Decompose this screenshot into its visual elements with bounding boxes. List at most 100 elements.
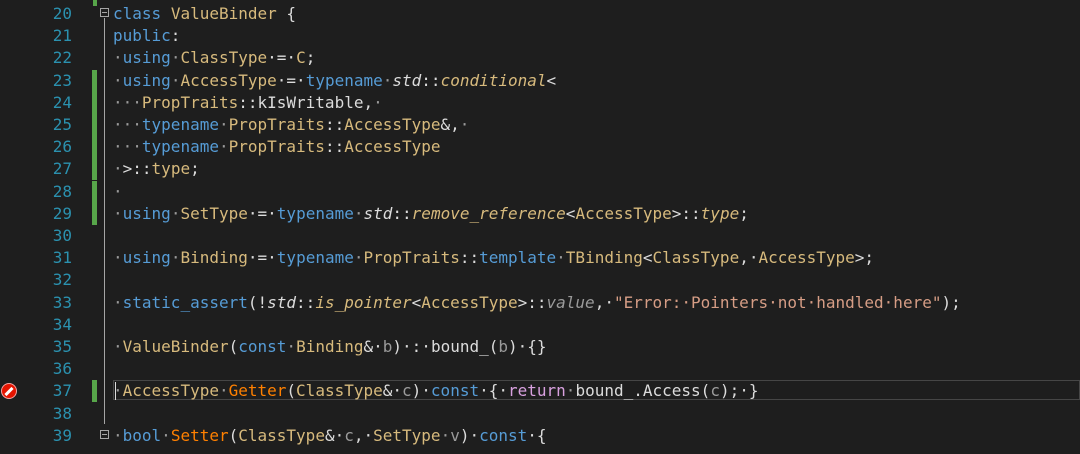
code-text[interactable]: ·	[113, 181, 123, 203]
collapse-icon[interactable]	[100, 8, 109, 17]
code-editor[interactable]: 20 class ValueBinder {21 public: 22 ·using·C…	[0, 0, 1080, 454]
code-text[interactable]: ·ValueBinder(const·Binding&·b)·:·bound_(…	[113, 336, 547, 358]
breakpoint-margin[interactable]	[0, 203, 22, 225]
code-token: <	[411, 292, 422, 312]
line-number: 36	[52, 359, 72, 379]
code-text[interactable]: ·AccessType·Getter(ClassType&·c)·const·{…	[113, 380, 758, 402]
breakpoint-margin[interactable]	[0, 380, 22, 402]
breakpoint-margin[interactable]	[0, 136, 22, 158]
code-text[interactable]: public:	[113, 25, 180, 47]
breakpoint-margin[interactable]	[0, 403, 22, 425]
code-token: ·=·	[247, 248, 277, 268]
code-token: ClassType	[652, 248, 740, 268]
code-token: typename	[276, 203, 354, 223]
code-line[interactable]: 26 ···typename·PropTraits::AccessType	[0, 136, 1080, 159]
code-line[interactable]: 20 class ValueBinder {	[0, 3, 1080, 25]
code-text[interactable]: class ValueBinder {	[113, 3, 296, 25]
code-token: SetType	[373, 425, 441, 445]
code-token: const	[430, 381, 480, 401]
breakpoint-margin[interactable]	[0, 358, 22, 380]
code-text[interactable]: ·using·SetType·=·typename·std::remove_re…	[113, 203, 749, 225]
change-indicator	[92, 69, 97, 92]
code-line[interactable]: 23 ·using·AccessType·=·typename·std::cond…	[0, 69, 1080, 92]
collapse-icon[interactable]	[100, 429, 109, 439]
breakpoint-margin[interactable]	[0, 92, 22, 114]
breakpoint-margin[interactable]	[0, 292, 22, 314]
code-text[interactable]: ·using·Binding·=·typename·PropTraits::te…	[113, 247, 874, 269]
code-token: ::	[392, 203, 412, 223]
breakpoint-margin[interactable]	[0, 425, 22, 447]
line-number: 29	[52, 203, 72, 223]
code-text[interactable]: ·>::type;	[113, 158, 200, 180]
code-line[interactable]: 32	[0, 269, 1080, 291]
code-token: <	[565, 203, 576, 223]
breakpoint-margin[interactable]	[0, 47, 22, 69]
code-token: remove_reference	[411, 203, 566, 223]
code-line[interactable]: 35 ·ValueBinder(const·Binding&·b)·:·bound…	[0, 336, 1080, 358]
line-number: 30	[52, 226, 72, 245]
breakpoint-margin[interactable]	[0, 225, 22, 247]
code-line[interactable]: 38	[0, 403, 1080, 425]
change-indicator	[92, 91, 97, 114]
code-token: ;	[305, 48, 316, 68]
breakpoint-margin[interactable]	[0, 269, 22, 291]
breakpoint-icon[interactable]	[1, 383, 17, 400]
code-line[interactable]: 25 ···typename·PropTraits::AccessType&,·	[0, 114, 1080, 136]
breakpoint-margin[interactable]	[0, 70, 22, 92]
code-token: class	[113, 4, 162, 23]
code-token: ·	[170, 203, 181, 223]
code-text[interactable]: ···PropTraits::kIsWritable,·	[113, 92, 383, 114]
code-token: &,	[440, 115, 460, 134]
code-line[interactable]: 36	[0, 358, 1080, 380]
breakpoint-margin[interactable]	[0, 3, 22, 25]
code-line[interactable]: 29 ·using·SetType·=·typename·std::remove_…	[0, 202, 1080, 225]
line-number: 38	[52, 403, 72, 423]
code-token: return	[508, 381, 566, 401]
code-line[interactable]: 37 ·AccessType·Getter(ClassType&·c)·const…	[0, 380, 1080, 403]
code-line[interactable]: 22 ·using·ClassType·=·C;	[0, 47, 1080, 69]
breakpoint-margin[interactable]	[0, 114, 22, 136]
code-token: >::	[517, 292, 547, 312]
code-token: ·	[286, 337, 297, 356]
code-token: <	[546, 70, 557, 90]
breakpoint-margin[interactable]	[0, 158, 22, 180]
code-text[interactable]: ···typename·PropTraits::AccessType	[113, 136, 441, 158]
code-text[interactable]: ·using·ClassType·=·C;	[113, 47, 315, 69]
code-token: std	[267, 292, 297, 312]
code-token: ·	[113, 70, 123, 90]
code-token: (	[286, 381, 297, 401]
code-line[interactable]: 24 ···PropTraits::kIsWritable,·	[0, 91, 1080, 114]
breakpoint-margin[interactable]	[0, 247, 22, 269]
breakpoint-margin[interactable]	[0, 181, 22, 203]
breakpoint-margin[interactable]	[0, 25, 22, 47]
code-line[interactable]: 21 public:	[0, 25, 1080, 47]
code-line[interactable]: 34	[0, 314, 1080, 336]
code-line[interactable]: 33 ·static_assert(!std::is_pointer<Access…	[0, 292, 1080, 314]
code-token: ·	[218, 115, 229, 134]
code-token: ::	[324, 137, 345, 157]
code-line[interactable]: 39 ·bool·Setter(ClassType&·c,·SetType·v)·…	[0, 425, 1080, 447]
code-token: &·	[363, 337, 383, 356]
code-token: const	[479, 425, 528, 445]
line-number: 34	[52, 314, 72, 334]
code-text[interactable]: ·bool·Setter(ClassType&·c,·SetType·v)·co…	[113, 425, 547, 447]
code-token: ·	[113, 425, 123, 445]
code-line[interactable]: 30	[0, 225, 1080, 247]
code-token: using	[122, 248, 171, 268]
breakpoint-margin[interactable]	[0, 314, 22, 336]
code-token: PropTraits	[141, 92, 239, 112]
code-text[interactable]: ···typename·PropTraits::AccessType&,·	[113, 114, 469, 136]
code-token: std	[363, 203, 393, 223]
code-text[interactable]: ·using·AccessType·=·typename·std::condit…	[113, 70, 556, 92]
code-line[interactable]: 27 ·>::type;	[0, 158, 1080, 181]
code-text[interactable]: ·static_assert(!std::is_pointer<AccessTy…	[113, 292, 961, 314]
code-line[interactable]: 31 ·using·Binding·=·typename·PropTraits::…	[0, 247, 1080, 269]
breakpoint-margin[interactable]	[0, 336, 22, 358]
code-token: )·{}	[508, 337, 547, 356]
code-token: AccessType	[421, 292, 518, 312]
code-token: ClassType	[296, 381, 383, 401]
code-token: c	[344, 425, 354, 445]
code-token: c	[402, 381, 412, 401]
code-line[interactable]: 28 ·	[0, 180, 1080, 203]
